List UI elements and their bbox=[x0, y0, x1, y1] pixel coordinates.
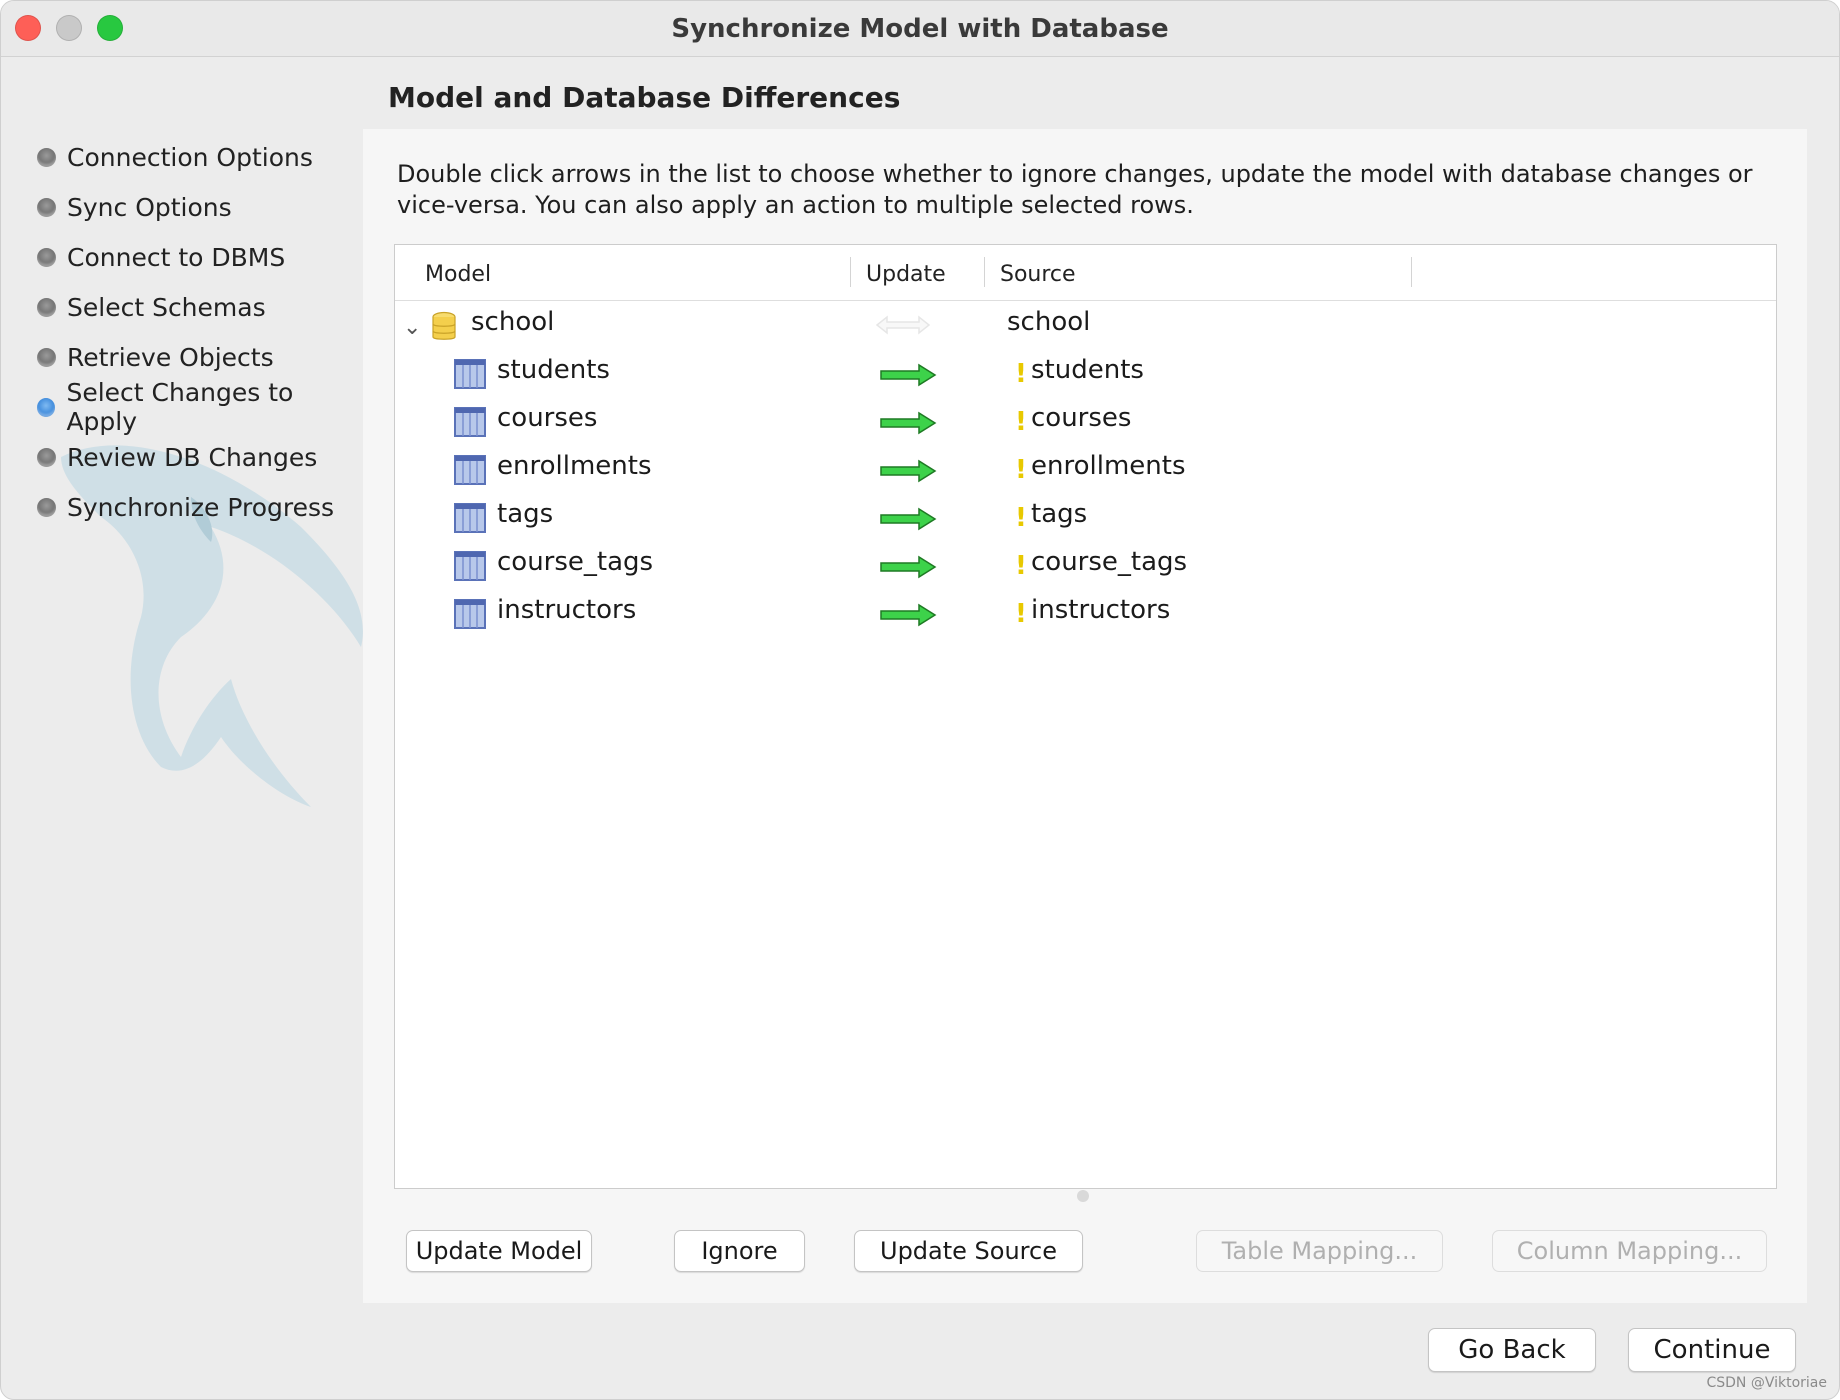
column-mapping-button: Column Mapping... bbox=[1492, 1230, 1767, 1272]
close-button[interactable] bbox=[15, 15, 41, 41]
source-table-name: instructors bbox=[1031, 595, 1171, 625]
instructions-text: Double click arrows in the list to choos… bbox=[397, 160, 1753, 219]
step-status-dot-icon bbox=[37, 347, 56, 367]
model-table-name: instructors bbox=[497, 595, 637, 625]
page-title: Model and Database Differences bbox=[388, 81, 901, 114]
minimize-button[interactable] bbox=[56, 15, 82, 41]
arrow-right-icon[interactable] bbox=[879, 555, 937, 579]
tree-row-table[interactable]: courses ! courses bbox=[395, 399, 1776, 447]
model-table-name: courses bbox=[497, 403, 598, 433]
step-label: Retrieve Objects bbox=[67, 342, 274, 372]
chevron-down-icon[interactable]: ⌄ bbox=[403, 315, 421, 340]
window-title: Synchronize Model with Database bbox=[671, 13, 1169, 44]
table-icon bbox=[454, 407, 486, 444]
zoom-button[interactable] bbox=[97, 15, 123, 41]
table-icon bbox=[454, 359, 486, 396]
wizard-step-list: Connection Options Sync Options Connect … bbox=[37, 132, 363, 532]
update-model-button[interactable]: Update Model bbox=[406, 1230, 592, 1272]
sync-wizard-window: Synchronize Model with Database Connecti… bbox=[0, 0, 1840, 1400]
step-review-db-changes: Review DB Changes bbox=[37, 432, 363, 482]
continue-button[interactable]: Continue bbox=[1628, 1328, 1796, 1372]
differences-tree[interactable]: Model Update Source ⌄ school school stud… bbox=[394, 244, 1777, 1189]
warning-icon: ! bbox=[1015, 599, 1027, 629]
step-label: Connection Options bbox=[67, 142, 313, 172]
update-source-button[interactable]: Update Source bbox=[854, 1230, 1083, 1272]
source-table-name: tags bbox=[1031, 499, 1088, 529]
arrow-right-icon[interactable] bbox=[879, 603, 937, 627]
column-header-source[interactable]: Source bbox=[1000, 262, 1076, 287]
column-header-model[interactable]: Model bbox=[425, 262, 491, 287]
step-label: Connect to DBMS bbox=[67, 242, 286, 272]
wizard-sidebar: Connection Options Sync Options Connect … bbox=[1, 57, 363, 1399]
arrow-right-icon[interactable] bbox=[879, 411, 937, 435]
no-direction-arrow-icon[interactable] bbox=[873, 313, 933, 337]
source-table-name: course_tags bbox=[1031, 547, 1188, 577]
step-status-dot-icon bbox=[37, 497, 56, 517]
step-label: Synchronize Progress bbox=[67, 492, 335, 522]
step-select-changes: Select Changes to Apply bbox=[37, 378, 363, 436]
tree-row-table[interactable]: tags ! tags bbox=[395, 495, 1776, 543]
ignore-button[interactable]: Ignore bbox=[674, 1230, 805, 1272]
step-connection-options: Connection Options bbox=[37, 132, 363, 182]
step-connect-to-dbms: Connect to DBMS bbox=[37, 232, 363, 282]
step-status-dot-icon bbox=[37, 147, 56, 167]
title-bar[interactable]: Synchronize Model with Database bbox=[1, 1, 1839, 57]
tree-row-table[interactable]: students ! students bbox=[395, 351, 1776, 399]
step-status-dot-icon bbox=[37, 247, 56, 267]
source-schema-name: school bbox=[1007, 307, 1091, 337]
warning-icon: ! bbox=[1015, 503, 1027, 533]
step-label: Review DB Changes bbox=[67, 442, 318, 472]
step-active-dot-icon bbox=[37, 397, 56, 417]
warning-icon: ! bbox=[1015, 407, 1027, 437]
warning-icon: ! bbox=[1015, 359, 1027, 389]
source-table-name: enrollments bbox=[1031, 451, 1186, 481]
tree-row-table[interactable]: enrollments ! enrollments bbox=[395, 447, 1776, 495]
column-divider[interactable] bbox=[850, 257, 851, 287]
step-select-schemas: Select Schemas bbox=[37, 282, 363, 332]
step-synchronize-progress: Synchronize Progress bbox=[37, 482, 363, 532]
step-sync-options: Sync Options bbox=[37, 182, 363, 232]
step-status-dot-icon bbox=[37, 297, 56, 317]
column-header-update[interactable]: Update bbox=[866, 262, 946, 287]
column-divider[interactable] bbox=[1411, 257, 1412, 287]
model-schema-name: school bbox=[471, 307, 555, 337]
step-label: Select Schemas bbox=[67, 292, 266, 322]
warning-icon: ! bbox=[1015, 455, 1027, 485]
arrow-right-icon[interactable] bbox=[879, 459, 937, 483]
warning-icon: ! bbox=[1015, 551, 1027, 581]
table-icon bbox=[454, 455, 486, 492]
tree-header: Model Update Source bbox=[395, 245, 1776, 301]
tree-row-table[interactable]: course_tags ! course_tags bbox=[395, 543, 1776, 591]
differences-panel: Double click arrows in the list to choos… bbox=[363, 129, 1807, 1303]
database-icon bbox=[432, 311, 456, 340]
splitter-handle[interactable] bbox=[1077, 1190, 1089, 1202]
arrow-right-icon[interactable] bbox=[879, 507, 937, 531]
model-table-name: course_tags bbox=[497, 547, 654, 577]
credit-text: CSDN @Viktoriae bbox=[1706, 1375, 1827, 1391]
source-table-name: students bbox=[1031, 355, 1144, 385]
column-divider[interactable] bbox=[984, 257, 985, 287]
arrow-right-icon[interactable] bbox=[879, 363, 937, 387]
step-retrieve-objects: Retrieve Objects bbox=[37, 332, 363, 382]
model-table-name: enrollments bbox=[497, 451, 652, 481]
table-icon bbox=[454, 551, 486, 588]
go-back-button[interactable]: Go Back bbox=[1428, 1328, 1596, 1372]
step-label: Sync Options bbox=[67, 192, 232, 222]
model-table-name: tags bbox=[497, 499, 554, 529]
table-icon bbox=[454, 503, 486, 540]
table-mapping-button: Table Mapping... bbox=[1196, 1230, 1443, 1272]
step-status-dot-icon bbox=[37, 447, 56, 467]
step-label: Select Changes to Apply bbox=[66, 378, 294, 436]
tree-row-table[interactable]: instructors ! instructors bbox=[395, 591, 1776, 639]
table-icon bbox=[454, 599, 486, 636]
tree-row-schema[interactable]: ⌄ school school bbox=[395, 303, 1776, 351]
window-controls bbox=[15, 15, 123, 41]
model-table-name: students bbox=[497, 355, 610, 385]
step-status-dot-icon bbox=[37, 197, 56, 217]
source-table-name: courses bbox=[1031, 403, 1132, 433]
